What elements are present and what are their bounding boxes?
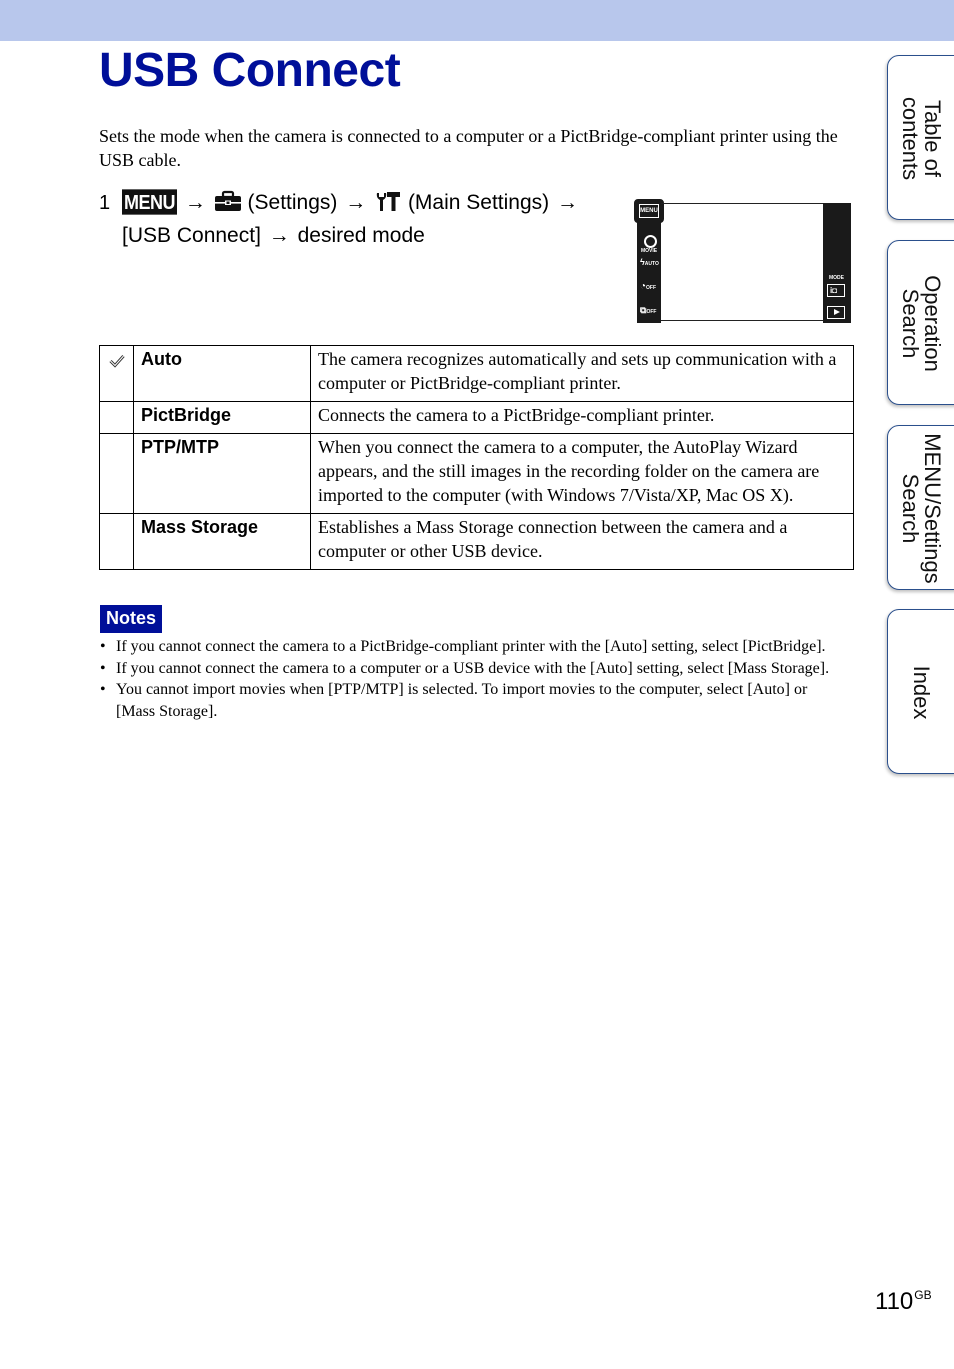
mode-name: PictBridge (133, 401, 311, 434)
notes-list: If you cannot connect the camera to a Pi… (99, 636, 839, 722)
wrench-hammer-main-settings-icon (374, 190, 402, 221)
camera-right-panel: MODE i◘ (823, 203, 851, 323)
settings-text: (Settings) (247, 191, 338, 214)
default-check-icon (108, 352, 125, 372)
tab-label-line2: Search (898, 288, 923, 359)
page-number: 110GB (875, 1288, 932, 1315)
tab-operation-search[interactable]: Operation Search (887, 240, 954, 405)
header-band (0, 0, 954, 41)
note-item: If you cannot connect the camera to a co… (99, 658, 839, 680)
mode-description: The camera recognizes automatically and … (310, 345, 854, 402)
page-region-suffix: GB (914, 1288, 932, 1302)
flash-auto-icon: ϟAUTO (640, 257, 659, 267)
camera-menu-button: MENU (634, 199, 664, 223)
tab-label-line2: Search (898, 473, 923, 544)
tab-label-line1: Table of (920, 99, 945, 178)
arrow-icon: → (184, 191, 206, 214)
tab-label-line1: MENU/Settings (920, 433, 945, 584)
step-line-2: [USB Connect] → desired mode (122, 221, 580, 251)
main-settings-text: (Main Settings) (407, 191, 550, 214)
mode-description: When you connect the camera to a compute… (310, 433, 854, 514)
arrow-icon: → (557, 191, 578, 214)
default-mark-cell (99, 401, 134, 434)
usb-mode-table: Auto The camera recognizes automatically… (99, 345, 854, 570)
movie-icon: MOVIE (641, 235, 657, 254)
default-mark-cell (99, 433, 134, 514)
table-row: PTP/MTP When you connect the camera to a… (99, 433, 854, 514)
tab-index[interactable]: Index (887, 609, 954, 774)
self-timer-off-icon: ◔OFF (640, 281, 657, 292)
table-row: Auto The camera recognizes automatically… (99, 345, 854, 402)
mode-name: Auto (133, 345, 311, 402)
notes-heading: Notes (100, 605, 163, 633)
default-mark-cell (99, 513, 134, 570)
burst-off-icon: ⧉OFF (640, 305, 657, 315)
step-number: 1 (99, 192, 111, 214)
usb-connect-text: [USB Connect] (122, 224, 261, 247)
menu-button-icon: MENU (122, 189, 177, 215)
arrow-icon: → (268, 224, 290, 247)
table-row: PictBridge Connects the camera to a Pict… (99, 401, 854, 434)
tab-menu-settings-search[interactable]: MENU/Settings Search (887, 425, 954, 590)
mode-name: PTP/MTP (133, 433, 311, 514)
mode-description: Establishes a Mass Storage connection be… (310, 513, 854, 570)
table-row: Mass Storage Establishes a Mass Storage … (99, 513, 854, 570)
mode-description: Connects the camera to a PictBridge-comp… (310, 401, 854, 434)
default-mark-cell (99, 345, 134, 402)
page-title: USB Connect (99, 44, 401, 97)
mode-name: Mass Storage (133, 513, 311, 570)
tab-table-of-contents[interactable]: Table of contents (887, 55, 954, 220)
camera-screen-illustration: MOVIE ϟAUTO ◔OFF ⧉OFF MENU MODE i◘ (634, 199, 852, 323)
tab-label-line2: contents (898, 96, 923, 181)
camera-viewfinder (661, 203, 823, 321)
note-item: If you cannot connect the camera to a Pi… (99, 636, 839, 658)
desired-mode-text: desired mode (297, 224, 425, 247)
step-line-1: MENU → (Settings) → (Main Settings) → (122, 188, 580, 221)
mode-label: MODE (829, 275, 844, 281)
tab-label-line1: Operation (920, 275, 945, 372)
arrow-icon: → (345, 191, 367, 214)
playback-icon (827, 306, 845, 319)
note-item: You cannot import movies when [PTP/MTP] … (99, 679, 839, 722)
intelligent-auto-mode-icon: i◘ (827, 284, 845, 297)
intro-text: Sets the mode when the camera is connect… (99, 126, 838, 170)
tab-label-line1: Index (909, 665, 934, 720)
toolbox-settings-icon (214, 190, 242, 221)
